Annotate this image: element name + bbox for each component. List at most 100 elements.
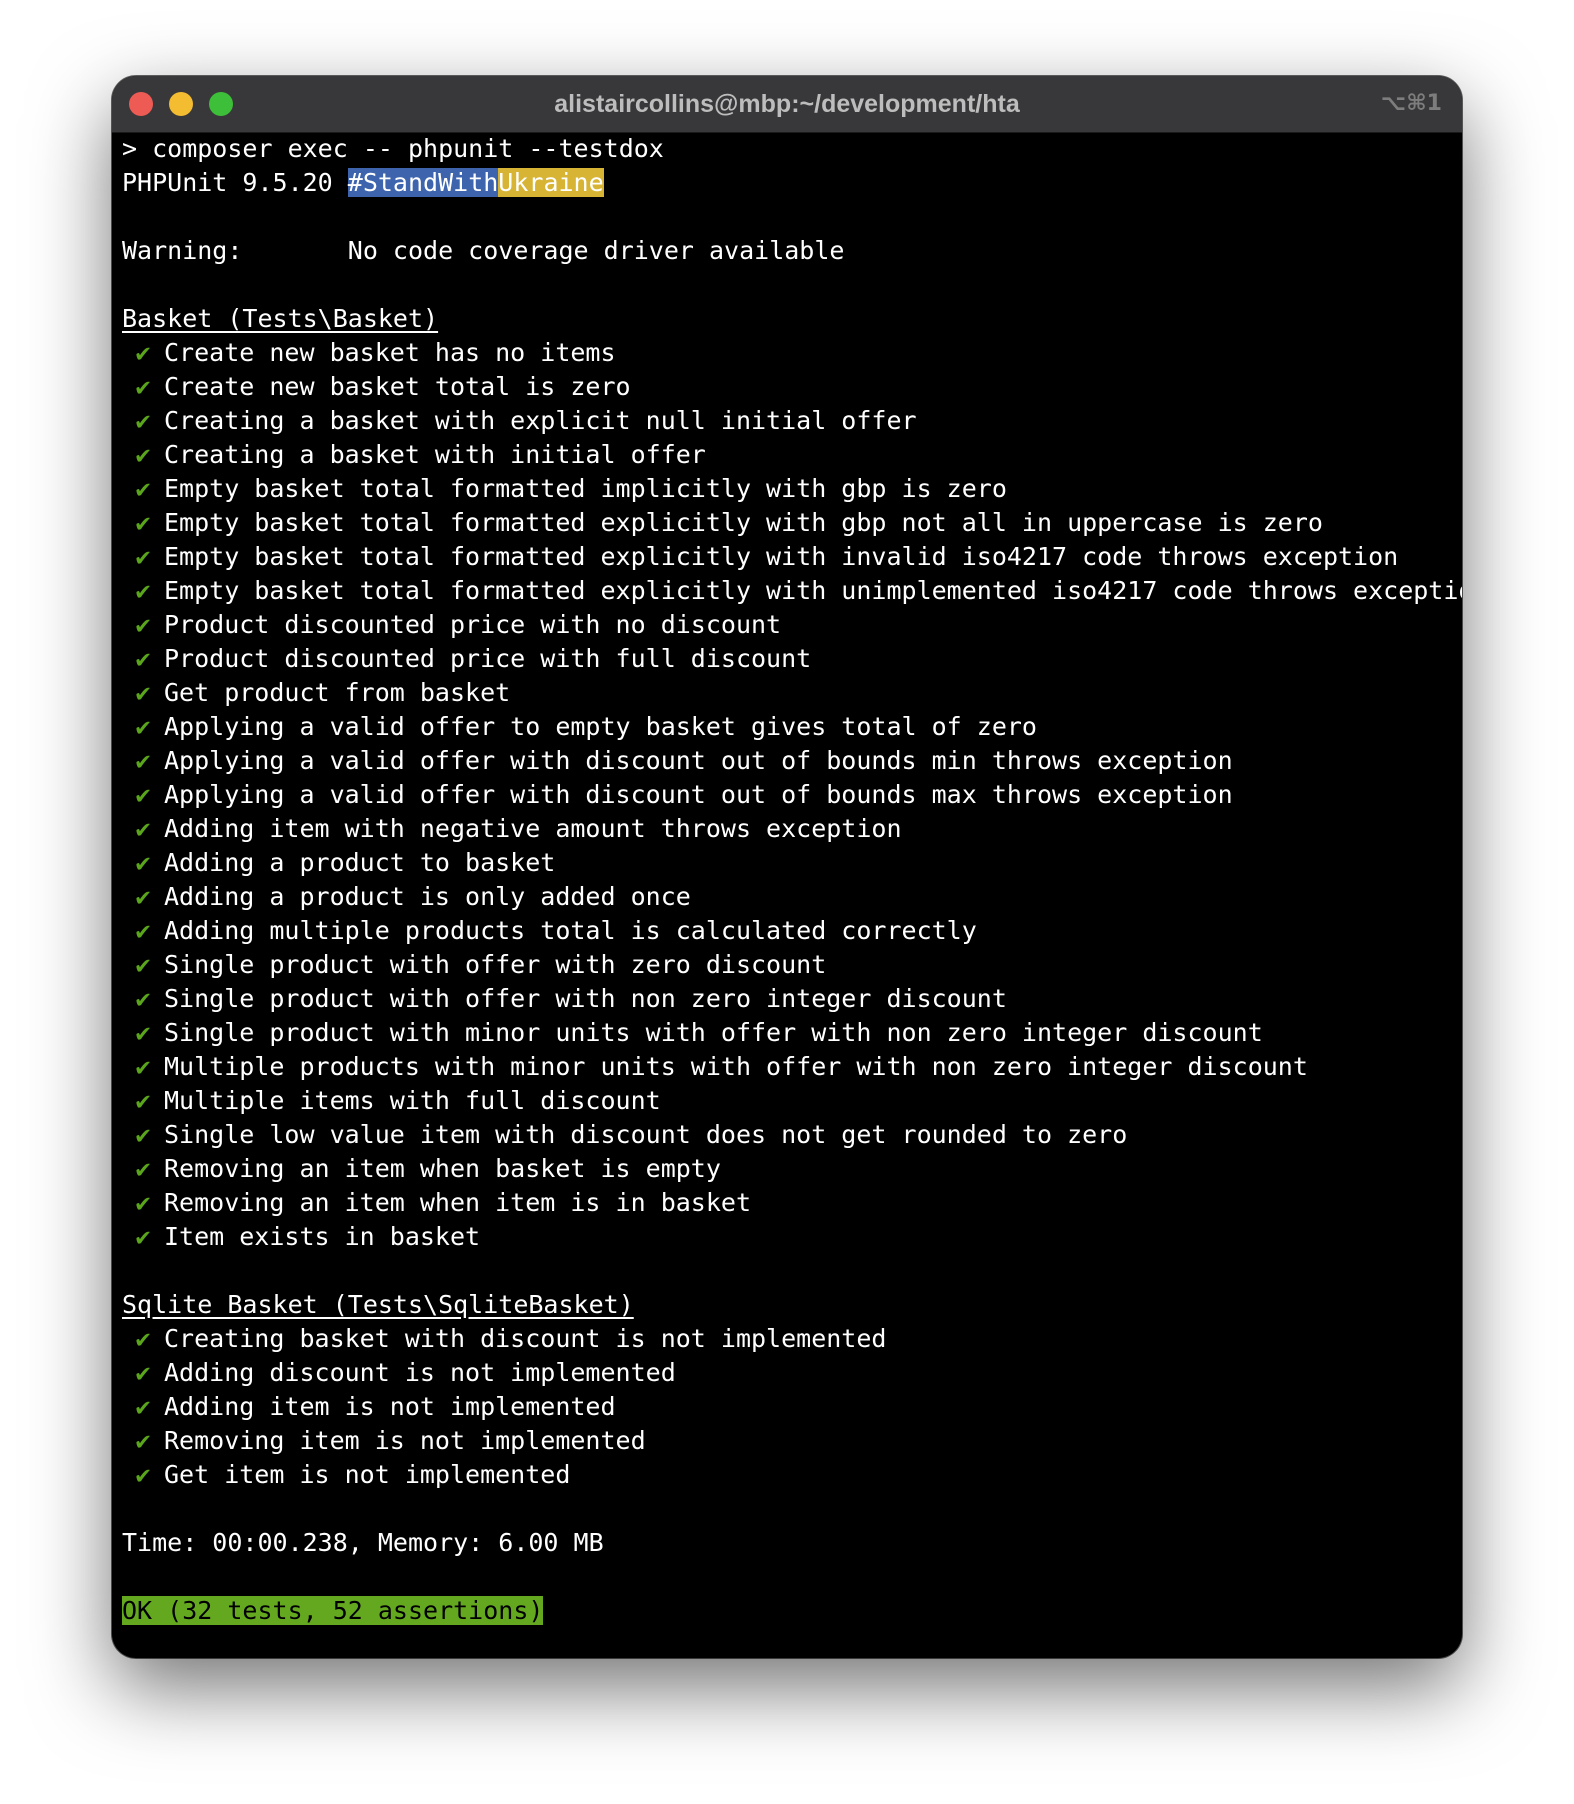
test-row: ✔ Create new basket total is zero [122,370,1462,404]
check-icon: ✔ [135,1460,151,1489]
check-icon: ✔ [135,780,151,809]
test-name: Applying a valid offer to empty basket g… [164,712,1037,741]
window-shortcut: ⌥⌘1 [1380,91,1442,116]
test-name: Creating a basket with explicit null ini… [164,406,917,435]
test-name: Empty basket total formatted implicitly … [164,474,1007,503]
check-icon: ✔ [135,882,151,911]
suite-heading-line: Sqlite Basket (Tests\SqliteBasket) [122,1288,1462,1322]
check-icon: ✔ [135,372,151,401]
time-memory-line: Time: 00:00.238, Memory: 6.00 MB [122,1528,604,1557]
test-name: Applying a valid offer with discount out… [164,746,1233,775]
check-icon: ✔ [135,1426,151,1455]
suite-heading: Sqlite Basket (Tests\SqliteBasket) [122,1290,634,1319]
test-row: ✔ Removing an item when basket is empty [122,1152,1462,1186]
check-icon: ✔ [135,644,151,673]
test-name: Removing an item when item is in basket [164,1188,751,1217]
test-row: ✔ Empty basket total formatted explicitly… [122,574,1462,608]
test-row: ✔ Applying a valid offer with discount ou… [122,744,1462,778]
version-text: PHPUnit 9.5.20 [122,168,348,197]
test-row: ✔ Product discounted price with no discou… [122,608,1462,642]
test-row: ✔ Applying a valid offer to empty basket … [122,710,1462,744]
test-row: ✔ Adding item is not implemented [122,1390,1462,1424]
check-icon: ✔ [135,916,151,945]
check-icon: ✔ [135,848,151,877]
test-name: Creating a basket with initial offer [164,440,706,469]
check-icon: ✔ [135,474,151,503]
check-icon: ✔ [135,610,151,639]
check-icon: ✔ [135,440,151,469]
test-name: Single product with offer with zero disc… [164,950,827,979]
test-row: ✔ Item exists in basket [122,1220,1462,1254]
check-icon: ✔ [135,542,151,571]
test-name: Multiple items with full discount [164,1086,661,1115]
terminal-window: alistaircollins@mbp:~/development/hta ⌥⌘… [112,76,1462,1658]
terminal-output[interactable]: > composer exec -- phpunit --testdox PHP… [122,132,1462,1658]
check-icon: ✔ [135,1018,151,1047]
test-name: Creating basket with discount is not imp… [164,1324,887,1353]
test-name: Create new basket has no items [164,338,616,367]
result-badge: OK (32 tests, 52 assertions) [122,1596,544,1625]
test-name: Create new basket total is zero [164,372,631,401]
check-icon: ✔ [135,1324,151,1353]
test-name: Adding item is not implemented [164,1392,616,1421]
test-row: ✔ Single product with offer with non zero… [122,982,1462,1016]
test-row: ✔ Single low value item with discount doe… [122,1118,1462,1152]
test-name: Get item is not implemented [164,1460,571,1489]
test-row: ✔ Adding discount is not implemented [122,1356,1462,1390]
result-line: OK (32 tests, 52 assertions) [122,1594,1462,1628]
check-icon: ✔ [135,1086,151,1115]
test-row: ✔ Single product with minor units with of… [122,1016,1462,1050]
test-name: Single low value item with discount does… [164,1120,1128,1149]
test-row: ✔ Multiple items with full discount [122,1084,1462,1118]
check-icon: ✔ [135,338,151,367]
command-line: > composer exec -- phpunit --testdox [122,134,664,163]
suite-heading-line: Basket (Tests\Basket) [122,302,1462,336]
test-row: ✔ Creating basket with discount is not im… [122,1322,1462,1356]
check-icon: ✔ [135,1222,151,1251]
test-row: ✔ Empty basket total formatted implicitly… [122,472,1462,506]
check-icon: ✔ [135,950,151,979]
test-row: ✔ Creating a basket with explicit null in… [122,404,1462,438]
test-row: ✔ Multiple products with minor units with… [122,1050,1462,1084]
test-row: ✔ Removing item is not implemented [122,1424,1462,1458]
title-bar: alistaircollins@mbp:~/development/hta ⌥⌘… [112,76,1462,133]
check-icon: ✔ [135,746,151,775]
test-row: ✔ Adding a product to basket [122,846,1462,880]
test-row: ✔ Applying a valid offer with discount ou… [122,778,1462,812]
test-row: ✔ Single product with offer with zero dis… [122,948,1462,982]
test-row: ✔ Adding multiple products total is calcu… [122,914,1462,948]
test-name: Empty basket total formatted explicitly … [164,508,1323,537]
test-row: ✔ Removing an item when item is in basket [122,1186,1462,1220]
test-name: Get product from basket [164,678,511,707]
test-name: Adding item with negative amount throws … [164,814,902,843]
test-row: ✔ Product discounted price with full disc… [122,642,1462,676]
test-name: Single product with offer with non zero … [164,984,1007,1013]
check-icon: ✔ [135,814,151,843]
test-name: Adding a product to basket [164,848,556,877]
warning-line: Warning: No code coverage driver availab… [122,236,845,265]
test-row: ✔ Creating a basket with initial offer [122,438,1462,472]
check-icon: ✔ [135,712,151,741]
tag-part-blue: #StandWith [347,168,499,197]
check-icon: ✔ [135,508,151,537]
test-name: Single product with minor units with off… [164,1018,1263,1047]
test-row: ✔ Empty basket total formatted explicitly… [122,506,1462,540]
test-name: Product discounted price with no discoun… [164,610,782,639]
test-name: Removing item is not implemented [164,1426,646,1455]
test-name: Multiple products with minor units with … [164,1052,1308,1081]
check-icon: ✔ [135,1358,151,1387]
test-name: Empty basket total formatted explicitly … [164,576,1462,605]
test-row: ✔ Get item is not implemented [122,1458,1462,1492]
check-icon: ✔ [135,576,151,605]
version-line: PHPUnit 9.5.20 #StandWithUkraine [122,166,1462,200]
test-row: ✔ Empty basket total formatted explicitly… [122,540,1462,574]
check-icon: ✔ [135,1154,151,1183]
test-name: Adding discount is not implemented [164,1358,676,1387]
suite-heading: Basket (Tests\Basket) [122,304,439,333]
check-icon: ✔ [135,1052,151,1081]
test-name: Removing an item when basket is empty [164,1154,721,1183]
